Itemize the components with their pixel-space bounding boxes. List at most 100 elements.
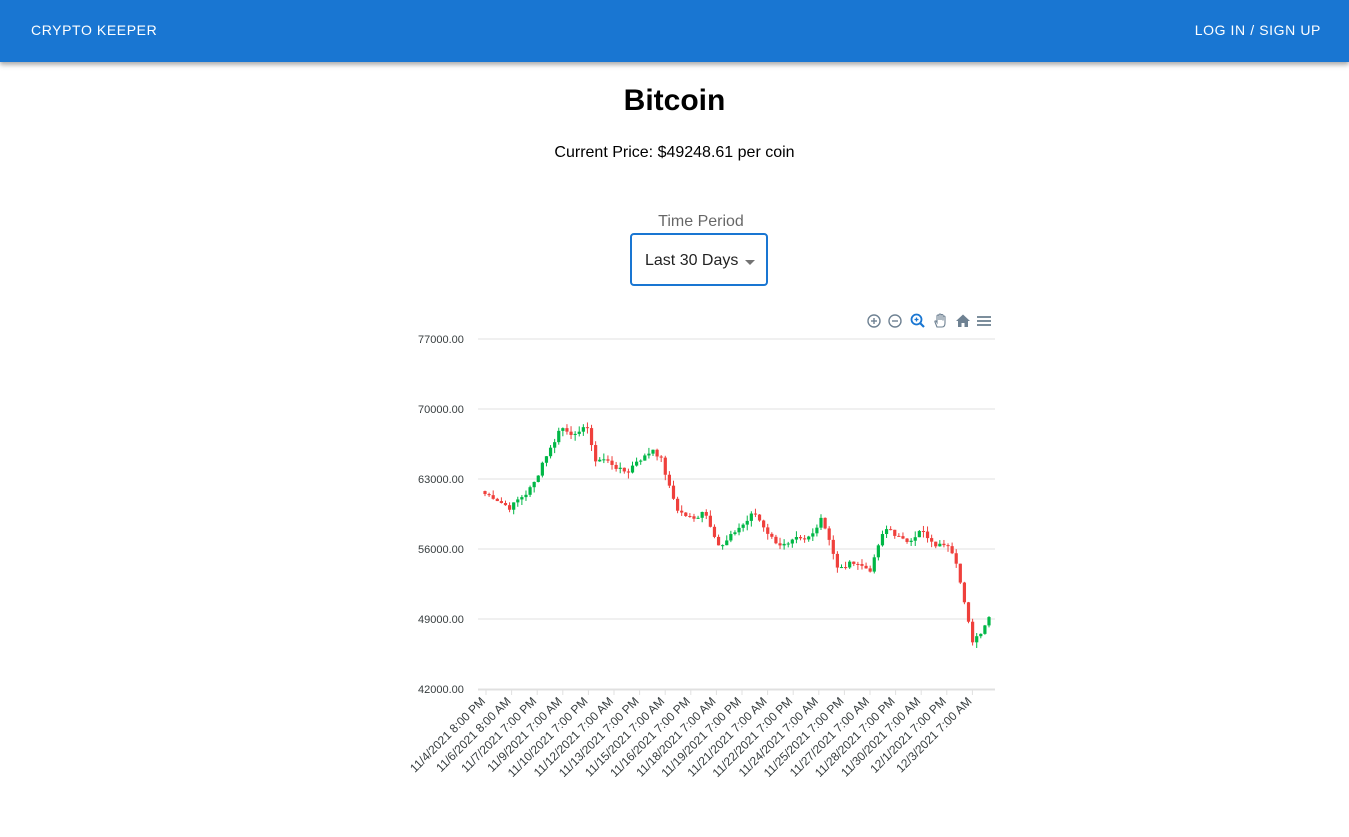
candle-body: [667, 474, 671, 486]
candle-body: [987, 617, 991, 626]
candle-body: [958, 563, 962, 583]
candle-body: [639, 460, 643, 462]
time-period-select[interactable]: Last 30 Days: [630, 233, 768, 286]
candle-body: [507, 505, 512, 510]
candle-body: [704, 511, 708, 516]
reset-home-icon[interactable]: [953, 311, 973, 331]
candle-body: [671, 485, 676, 499]
candle-body: [975, 636, 979, 643]
candle-body: [798, 537, 803, 539]
candle-body: [954, 553, 958, 564]
candle-body: [901, 536, 905, 539]
candle-body: [962, 582, 967, 603]
candle-body: [598, 459, 602, 462]
candle-body: [938, 543, 942, 547]
candle-body: [762, 520, 766, 528]
candle-body: [565, 428, 569, 432]
candle-body: [803, 538, 807, 540]
candle-body: [835, 553, 839, 568]
candle-body: [532, 481, 536, 488]
candle-body: [602, 459, 606, 461]
candle-body: [606, 459, 610, 461]
candle-body: [884, 529, 889, 535]
candle-body: [971, 621, 975, 643]
candlestick-chart[interactable]: 77000.00 70000.00 63000.00 56000.00 49000.00…: [405, 330, 1005, 790]
candle-body: [696, 517, 700, 519]
candle-body: [700, 511, 704, 518]
candle-body: [831, 539, 835, 554]
candle-body: [819, 517, 823, 528]
candle-body: [741, 524, 745, 528]
candle-body: [516, 499, 520, 503]
candle-body: [663, 457, 667, 475]
candle-body: [770, 533, 774, 537]
y-tick-label: 70000.00: [418, 404, 464, 416]
candle-body: [524, 494, 528, 498]
login-signup-button[interactable]: LOG IN / SIGN UP: [1195, 22, 1321, 38]
y-tick-label: 63000.00: [418, 474, 464, 486]
candle-body: [540, 462, 544, 476]
brand-link[interactable]: CRYPTO KEEPER: [31, 22, 157, 38]
candle-body: [811, 533, 815, 537]
candle-body: [561, 428, 565, 431]
candle-body: [712, 526, 717, 537]
candle-body: [942, 543, 946, 546]
candle-body: [647, 453, 651, 456]
time-period-label: Time Period: [658, 213, 744, 230]
zoom-in-icon[interactable]: [864, 311, 884, 331]
menu-icon[interactable]: [974, 311, 994, 331]
candle-body: [930, 538, 934, 542]
candle-body: [905, 538, 909, 542]
candle-body: [889, 529, 893, 531]
candle-body: [643, 455, 647, 461]
candle-body: [725, 540, 729, 546]
page-title: Bitcoin: [623, 84, 726, 117]
candle-body: [757, 514, 762, 521]
candle-body: [921, 531, 926, 533]
candle-body: [585, 427, 590, 429]
candle-body: [528, 487, 532, 495]
candle-body: [630, 465, 635, 473]
candle-body: [917, 531, 921, 538]
candle-body: [934, 541, 938, 547]
candle-body: [979, 633, 983, 637]
candle-body: [688, 516, 692, 518]
candle-body: [495, 498, 499, 502]
candle-body: [893, 529, 897, 536]
candle-body: [520, 497, 524, 500]
candle-body: [966, 602, 971, 622]
candle-body: [610, 460, 614, 465]
candle-body: [692, 516, 696, 519]
candle-body: [618, 467, 622, 469]
candle-body: [487, 494, 491, 496]
candle-body: [872, 557, 876, 572]
y-tick-label: 49000.00: [418, 614, 464, 626]
time-period-value: Last 30 Days: [645, 252, 739, 269]
zoom-selection-icon[interactable]: [908, 311, 928, 331]
pan-hand-icon[interactable]: [930, 311, 950, 331]
candle-body: [766, 527, 770, 534]
zoom-out-icon[interactable]: [885, 311, 905, 331]
candle-body: [778, 543, 782, 546]
candle-body: [737, 527, 741, 533]
candle-body: [880, 534, 885, 546]
candle-body: [569, 431, 573, 435]
y-tick-label: 77000.00: [418, 334, 464, 346]
candle-body: [659, 456, 663, 458]
candle-body: [573, 433, 577, 435]
candle-body: [548, 447, 553, 457]
candle-body: [839, 567, 844, 569]
candle-body: [843, 567, 848, 569]
candle-body: [815, 527, 819, 534]
candle-body: [909, 540, 913, 542]
candle-body: [848, 561, 852, 568]
candle-body: [557, 430, 561, 443]
candle-body: [729, 534, 733, 541]
y-tick-label: 42000.00: [418, 684, 464, 696]
candle-body: [950, 546, 954, 554]
candle-body: [868, 568, 872, 572]
candle-body: [794, 537, 799, 540]
candle-body: [622, 467, 626, 472]
candle-body: [721, 545, 725, 547]
candle-body: [614, 464, 618, 469]
